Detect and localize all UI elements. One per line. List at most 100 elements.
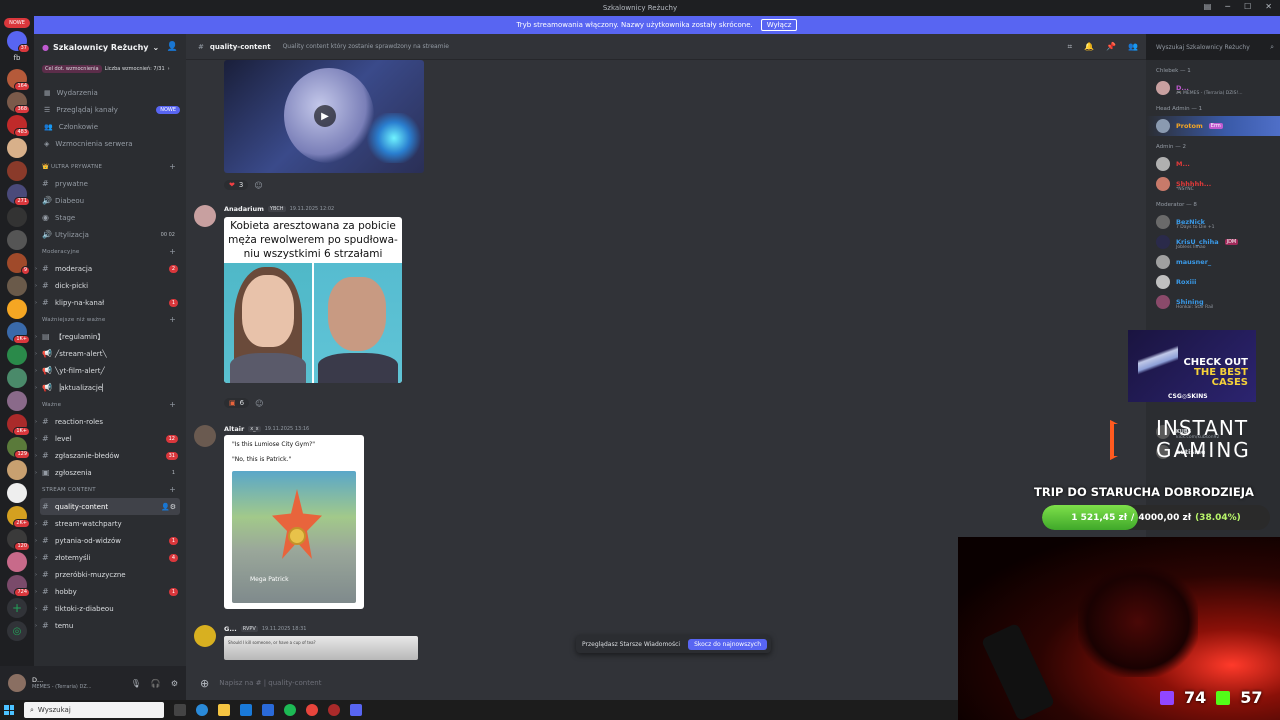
headphones-icon[interactable]: 🎧 (151, 679, 161, 688)
member-item[interactable]: Shhhhh... *NSYNC (1146, 174, 1280, 194)
category-important[interactable]: Ważniejsze niż ważne + (34, 311, 186, 328)
server-icon[interactable] (7, 552, 27, 572)
channel-item[interactable]: # prywatne (34, 175, 186, 192)
channel-topic[interactable]: Quality content który zostanie sprawdzon… (283, 43, 449, 50)
server-icon[interactable]: 129 (7, 437, 30, 459)
user-info[interactable]: D... MEMES - (Terraria) DZ... (32, 676, 92, 690)
app-icon[interactable] (328, 704, 340, 716)
server-icon[interactable] (7, 460, 27, 480)
server-icon[interactable]: 483 (7, 115, 30, 137)
channel-item[interactable]: › # klipy-na-kanał 1 (34, 294, 186, 311)
server-icon[interactable] (7, 483, 27, 503)
server-icon[interactable]: 724 (7, 575, 30, 597)
channel-item[interactable]: 🔊 Diabeou (34, 192, 186, 209)
add-reaction-icon[interactable]: ☺ (255, 399, 263, 408)
nav-events[interactable]: ▦ Wydarzenia (34, 84, 186, 101)
server-icon[interactable] (7, 207, 27, 227)
message-author[interactable]: G... (224, 625, 237, 633)
message-input[interactable]: ⊕ Napisz na # | quality-content (194, 672, 954, 694)
image-attachment[interactable]: Should I kill someone, or have a cup of … (224, 636, 418, 660)
member-item[interactable]: Roxiii (1146, 272, 1280, 292)
channel-item[interactable]: ◉ Stage (34, 209, 186, 226)
member-item[interactable]: KrisU_chiha JDM Jobless limao (1146, 232, 1280, 252)
outlook-icon[interactable] (240, 704, 252, 716)
gear-icon[interactable]: ⚙ (171, 679, 178, 688)
direct-messages-icon[interactable]: 37 (7, 31, 30, 53)
search-input[interactable]: Wyszukaj Szkalownicy Reżuchy ⌕ (1150, 40, 1274, 54)
server-icon[interactable] (7, 299, 27, 319)
channel-item[interactable]: › 📢 ▕aktualizacje▏ (34, 379, 186, 396)
member-item[interactable]: Shining Honkai: Star Rail (1146, 292, 1280, 312)
add-server-icon[interactable]: + (7, 598, 27, 618)
message-author[interactable]: Anadarium (224, 205, 264, 213)
threads-icon[interactable]: ⌗ (1068, 42, 1073, 52)
image-attachment[interactable]: "Is this Lumiose City Gym?" "No, this is… (224, 435, 364, 609)
add-channel-icon[interactable]: + (169, 400, 176, 409)
discord-icon[interactable] (350, 704, 362, 716)
server-folder-label[interactable]: fb (14, 54, 21, 66)
taskbar-search[interactable]: ⌕ Wyszukaj (24, 702, 164, 718)
reaction-emoji[interactable]: ▣ 6 (224, 398, 250, 408)
pin-icon[interactable]: 📌 (1106, 42, 1116, 52)
windows-start-icon[interactable] (4, 705, 14, 715)
close-icon[interactable]: ✕ (1265, 2, 1272, 11)
guild-header[interactable]: ● Szkalownicy Reżuchy ⌄ 👤 (34, 34, 186, 60)
minimize-icon[interactable]: ─ (1225, 2, 1230, 11)
channel-item[interactable]: › # stream-watchparty (34, 515, 186, 532)
store-icon[interactable] (262, 704, 274, 716)
server-icon[interactable]: 368 (7, 92, 30, 114)
server-icon[interactable] (7, 391, 27, 411)
channel-item[interactable]: › # temu (34, 617, 186, 634)
reaction-heart[interactable]: ❤ 3 (224, 180, 249, 190)
channel-item[interactable]: › # złotemyśli 4 (34, 549, 186, 566)
channel-item[interactable]: › # dick-picki (34, 277, 186, 294)
channel-item[interactable]: › # zgłaszanie-błedów 31 (34, 447, 186, 464)
avatar[interactable] (194, 205, 216, 227)
task-view-icon[interactable] (174, 704, 186, 716)
server-icon[interactable]: 9 (7, 253, 30, 275)
channel-item[interactable]: › ▣ zgłoszenia 1 (34, 464, 186, 481)
spotify-icon[interactable] (284, 704, 296, 716)
bell-icon[interactable]: 🔔 (1084, 42, 1094, 52)
avatar[interactable] (194, 425, 216, 447)
channel-item[interactable]: › 📢 ╱stream-alert╲ (34, 345, 186, 362)
avatar[interactable] (194, 625, 216, 647)
file-explorer-icon[interactable] (218, 704, 230, 716)
channel-item[interactable]: › # hobby 1 (34, 583, 186, 600)
nav-server-boosts[interactable]: ◈ Wzmocnienia serwera (34, 135, 186, 152)
member-item[interactable]: mausner_ (1146, 252, 1280, 272)
invite-icon[interactable]: 👤 (167, 42, 178, 52)
channel-item[interactable]: › ▤ 【regulamin】 (34, 328, 186, 345)
server-icon[interactable]: 1K+ (7, 322, 30, 344)
member-item[interactable]: BezNick 7 Days to Die +1 (1146, 212, 1280, 232)
inbox-icon[interactable]: ▤ (1204, 2, 1212, 11)
category-ultra-private[interactable]: 👑 ULTRA PRYWATNE + (34, 158, 186, 175)
channel-item[interactable]: › # reaction-roles (34, 413, 186, 430)
members-toggle-icon[interactable]: 👥 (1128, 42, 1138, 52)
discover-icon[interactable]: ◎ (7, 621, 27, 641)
server-icon[interactable]: 2K+ (7, 506, 30, 528)
video-attachment[interactable]: ▶ (224, 60, 424, 173)
server-icon[interactable] (7, 161, 27, 181)
member-item[interactable]: Protom Erm (1146, 116, 1280, 136)
server-icon[interactable] (7, 368, 27, 388)
add-reaction-icon[interactable]: ☺ (254, 181, 262, 190)
server-icon[interactable] (7, 345, 27, 365)
nav-members[interactable]: 👥 Członkowie (34, 118, 186, 135)
member-item[interactable]: D... 🎮 MEMES - (Terraria) DZIS!... (1146, 78, 1280, 98)
add-channel-icon[interactable]: + (169, 247, 176, 256)
server-icon[interactable] (7, 230, 27, 250)
nav-browse-channels[interactable]: ☰ Przeglądaj kanały NOWE (34, 101, 186, 118)
server-icon[interactable] (7, 276, 27, 296)
channel-item[interactable]: › 📢 ╲yt-film-alert╱ (34, 362, 186, 379)
category-moderation[interactable]: Moderacyjne + (34, 243, 186, 260)
add-channel-icon[interactable]: + (169, 162, 176, 171)
jump-to-present-button[interactable]: Skocz do najnowszych (688, 638, 767, 650)
channel-item[interactable]: › # przeróbki-muzyczne (34, 566, 186, 583)
image-attachment[interactable]: Kobieta aresztowana za pobicie męża rewo… (224, 217, 402, 383)
microphone-icon[interactable]: 🎙 (131, 679, 141, 688)
boost-progress[interactable]: Cel dot. wzmocnienia Liczba wzmocnień: 7… (42, 64, 178, 74)
server-icon[interactable] (7, 138, 27, 158)
member-item[interactable]: M... (1146, 154, 1280, 174)
message-author[interactable]: Altair (224, 425, 244, 433)
